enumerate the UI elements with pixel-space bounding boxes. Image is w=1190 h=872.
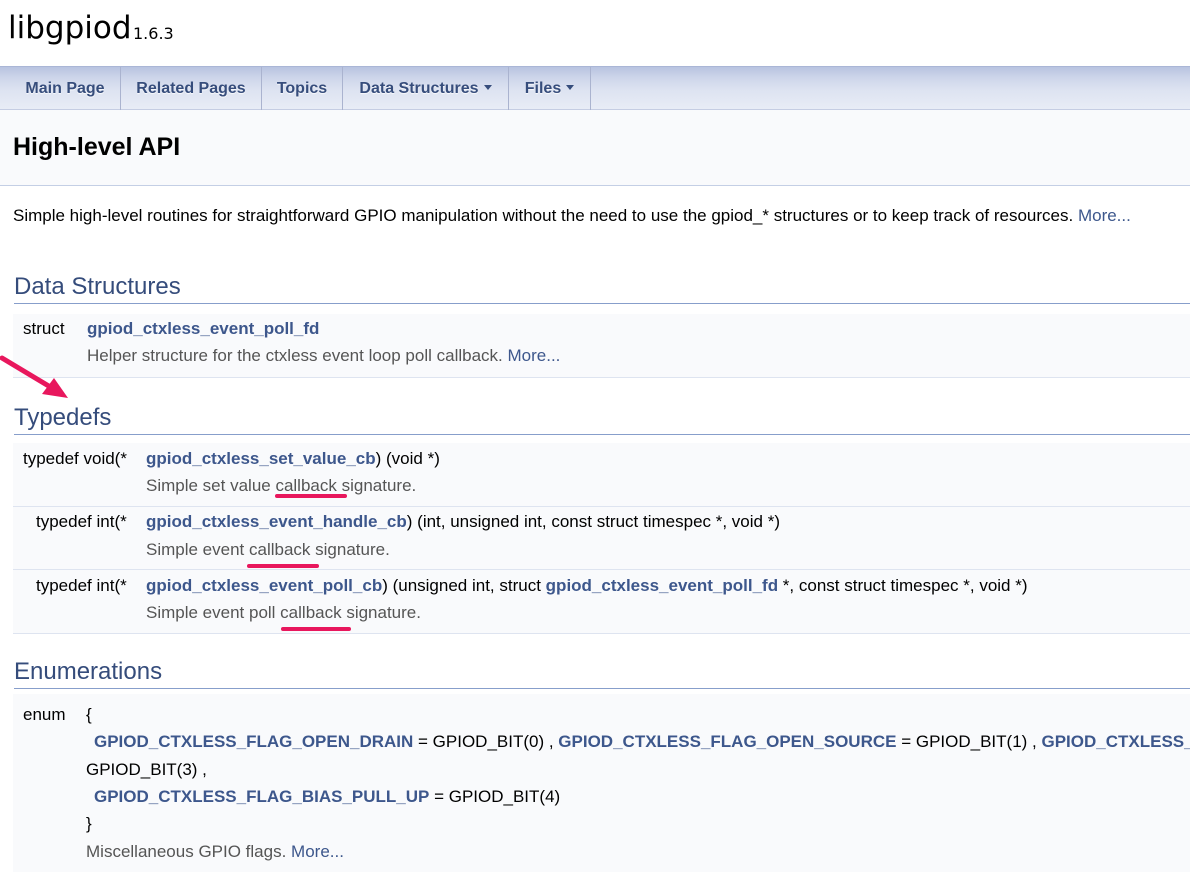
annotation-underline [281, 627, 351, 631]
member-row: typedef int(* gpiod_ctxless_event_handle… [13, 507, 1190, 570]
typedef-args: ) (void *) [375, 449, 440, 468]
title-area: libgpiod 1.6.3 [0, 0, 1190, 66]
typedef-args: ) (unsigned int, struct [382, 576, 546, 595]
project-version: 1.6.3 [133, 24, 174, 43]
page-header: High-level API [0, 110, 1190, 186]
doxygen-page: libgpiod 1.6.3 Main Page Related Pages T… [0, 0, 1190, 872]
typedef-link-set-value-cb[interactable]: gpiod_ctxless_set_value_cb [146, 449, 376, 468]
typedef-desc: Simple event poll callback signature. [146, 603, 421, 622]
enum-value-expr: = GPIOD_BIT(0) , [413, 732, 559, 751]
brief-text: Simple high-level routines for straightf… [13, 206, 1074, 225]
nav-related-pages-label: Related Pages [136, 80, 246, 97]
enum-kind: enum [23, 705, 66, 724]
member-desc: Helper structure for the ctxless event l… [87, 346, 503, 365]
enum-value-bias-pull-down[interactable]: GPIOD_CTXLESS_FLAG_BIAS_PULL_DOWN [1042, 732, 1190, 751]
enum-more-link[interactable]: More... [291, 842, 344, 861]
enum-row: enum { GPIOD_CTXLESS_FLAG_OPEN_DRAIN = G… [13, 694, 1190, 872]
enum-value-expr: = GPIOD_BIT(4) [429, 787, 561, 806]
enum-value-open-source[interactable]: GPIOD_CTXLESS_FLAG_OPEN_SOURCE [558, 732, 896, 751]
nav-main-page[interactable]: Main Page [10, 67, 121, 110]
enum-continued-value: GPIOD_BIT(3) , [86, 760, 207, 779]
enum-value-expr: = GPIOD_BIT(1) , [896, 732, 1042, 751]
main-nav: Main Page Related Pages Topics Data Stru… [0, 66, 1190, 110]
typedef-args: *, const struct timespec *, void *) [778, 576, 1028, 595]
member-row: typedef int(* gpiod_ctxless_event_poll_c… [13, 570, 1190, 634]
annotation-underline [247, 564, 319, 568]
nav-main-page-label: Main Page [25, 80, 105, 97]
struct-link-event-poll-fd[interactable]: gpiod_ctxless_event_poll_fd [87, 319, 319, 338]
enum-value-bias-pull-up[interactable]: GPIOD_CTXLESS_FLAG_BIAS_PULL_UP [94, 787, 429, 806]
brief-description: Simple high-level routines for straightf… [13, 205, 1131, 227]
member-more-link[interactable]: More... [508, 346, 561, 365]
section-heading-typedefs: Typedefs [14, 403, 1190, 435]
caret-down-icon [566, 85, 575, 91]
section-heading-data-structures: Data Structures [14, 272, 1190, 304]
annotation-arrow-icon [0, 355, 68, 398]
enum-close-brace: } [86, 814, 92, 833]
enum-value-open-drain[interactable]: GPIOD_CTXLESS_FLAG_OPEN_DRAIN [94, 732, 413, 751]
page-title: High-level API [13, 133, 181, 161]
enum-desc: Miscellaneous GPIO flags. [86, 842, 287, 861]
caret-down-icon [483, 85, 492, 91]
nav-topics-label: Topics [276, 80, 328, 97]
nav-data-structures-label: Data Structures [359, 80, 479, 97]
nav-related-pages[interactable]: Related Pages [121, 67, 262, 110]
member-row: typedef void(* gpiod_ctxless_set_value_c… [13, 443, 1190, 507]
struct-link-event-poll-fd[interactable]: gpiod_ctxless_event_poll_fd [546, 576, 778, 595]
typedef-return: typedef int(* [36, 512, 127, 531]
nav-files[interactable]: Files [509, 67, 591, 110]
typedef-return: typedef int(* [36, 576, 127, 595]
nav-data-structures[interactable]: Data Structures [343, 67, 509, 110]
project-name[interactable]: libgpiod [8, 8, 132, 48]
brief-more-link[interactable]: More... [1078, 206, 1131, 225]
typedef-desc: Simple event callback signature. [146, 540, 390, 559]
annotation-underline [275, 494, 347, 498]
typedef-args: ) (int, unsigned int, const struct times… [406, 512, 780, 531]
member-row: struct gpiod_ctxless_event_poll_fd Helpe… [13, 314, 1190, 378]
typedef-return: typedef void(* [23, 449, 127, 468]
nav-topics[interactable]: Topics [262, 67, 343, 110]
section-heading-enumerations: Enumerations [14, 657, 1190, 689]
enum-open-brace: { [86, 705, 92, 724]
typedef-link-event-poll-cb[interactable]: gpiod_ctxless_event_poll_cb [146, 576, 382, 595]
typedef-link-event-handle-cb[interactable]: gpiod_ctxless_event_handle_cb [146, 512, 407, 531]
member-kind: struct [23, 319, 65, 338]
nav-files-label: Files [524, 80, 562, 97]
